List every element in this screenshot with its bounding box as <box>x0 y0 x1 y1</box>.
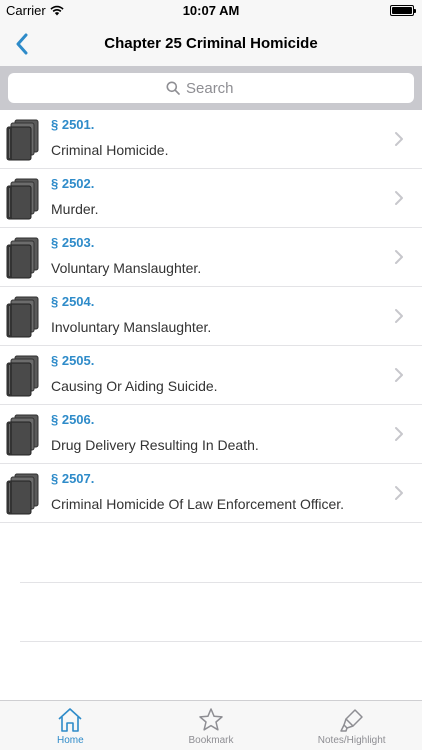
list-item[interactable]: § 2501. Criminal Homicide. <box>0 110 422 169</box>
tab-notes-highlight-label: Notes/Highlight <box>317 735 386 746</box>
book-stack-icon <box>6 296 39 338</box>
chevron-right-icon <box>395 427 403 441</box>
chevron-right-icon <box>395 191 403 205</box>
app-screen: Carrier 10:07 AM Chapter 25 Criminal Hom… <box>0 0 422 750</box>
section-number: § 2505. <box>51 353 95 368</box>
chevron-right-icon <box>395 368 403 382</box>
star-icon <box>199 708 223 731</box>
tab-bookmark-label: Bookmark <box>188 735 234 746</box>
section-title: Causing Or Aiding Suicide. <box>51 378 218 394</box>
book-stack-icon <box>6 355 39 397</box>
home-icon <box>58 708 82 732</box>
section-number: § 2504. <box>51 294 95 309</box>
search-input[interactable] <box>186 79 256 97</box>
book-stack-icon <box>6 414 39 456</box>
section-title: Involuntary Manslaughter. <box>51 319 212 335</box>
status-time: 10:07 AM <box>182 3 240 18</box>
list-item[interactable]: § 2505. Causing Or Aiding Suicide. <box>0 346 422 405</box>
search-field[interactable] <box>8 73 414 103</box>
section-title: Voluntary Manslaughter. <box>51 260 202 276</box>
tab-notes-highlight[interactable]: Notes/Highlight <box>281 701 422 750</box>
tab-bookmark[interactable]: Bookmark <box>141 701 282 750</box>
book-stack-icon <box>6 473 39 515</box>
empty-row-divider <box>20 582 422 583</box>
empty-row-divider <box>20 641 422 642</box>
highlighter-icon <box>339 709 363 732</box>
section-list: § 2501. Criminal Homicide. § 2502. Murder. §… <box>0 110 422 523</box>
list-item[interactable]: § 2506. Drug Delivery Resulting In Death. <box>0 405 422 464</box>
book-stack-icon <box>6 178 39 220</box>
battery-icon <box>390 5 416 16</box>
list-item[interactable]: § 2503. Voluntary Manslaughter. <box>0 228 422 287</box>
search-icon <box>166 81 180 95</box>
status-bar: Carrier 10:07 AM <box>0 0 422 22</box>
section-title: Drug Delivery Resulting In Death. <box>51 437 259 453</box>
section-number: § 2503. <box>51 235 95 250</box>
tab-home[interactable]: Home <box>0 701 141 750</box>
section-number: § 2506. <box>51 412 95 427</box>
list-item[interactable]: § 2504. Involuntary Manslaughter. <box>0 287 422 346</box>
book-stack-icon <box>6 119 39 161</box>
section-title: Murder. <box>51 201 99 217</box>
book-stack-icon <box>6 237 39 279</box>
tab-bar: Home Bookmark Notes/Highlight <box>0 700 422 750</box>
section-title: Criminal Homicide Of Law Enforcement Off… <box>51 496 345 512</box>
list-item[interactable]: § 2507. Criminal Homicide Of Law Enforcem… <box>0 464 422 523</box>
section-title: Criminal Homicide. <box>51 142 169 158</box>
section-number: § 2501. <box>51 117 95 132</box>
section-number: § 2502. <box>51 176 95 191</box>
section-number: § 2507. <box>51 471 95 486</box>
chevron-right-icon <box>395 486 403 500</box>
chevron-right-icon <box>395 309 403 323</box>
chevron-right-icon <box>395 250 403 264</box>
page-title: Chapter 25 Criminal Homicide <box>104 35 318 52</box>
tab-home-label: Home <box>56 735 84 746</box>
chevron-right-icon <box>395 132 403 146</box>
list-item[interactable]: § 2502. Murder. <box>0 169 422 228</box>
navigation-bar: Chapter 25 Criminal Homicide <box>0 22 422 66</box>
search-bar <box>0 66 422 110</box>
